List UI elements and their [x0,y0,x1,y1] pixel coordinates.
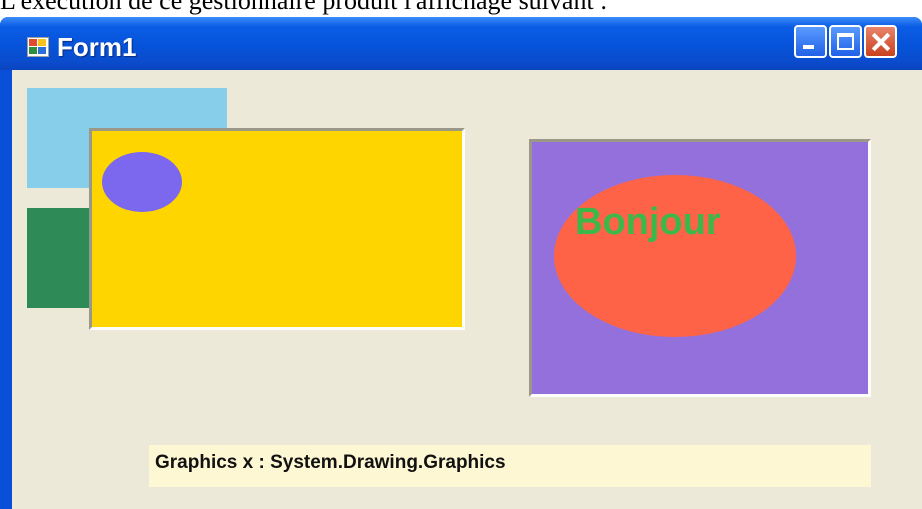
graphics-label: Graphics x : System.Drawing.Graphics [149,445,871,487]
minimize-icon [803,45,814,49]
window-title: Form1 [57,32,137,62]
document-text: L'exécution de ce gestionnaire produit l… [0,0,608,15]
close-button[interactable] [864,25,897,58]
app-icon[interactable] [27,37,49,57]
form-window: Form1 Bonjour Graphics x : System.Drawin… [0,17,922,509]
close-icon [866,27,895,56]
graphics-label-text: Graphics x : System.Drawing.Graphics [155,452,506,473]
form-client-area: Bonjour Graphics x : System.Drawing.Grap… [12,70,922,509]
purple-panel: Bonjour [529,139,871,397]
maximize-icon [837,33,854,50]
title-bar[interactable]: Form1 [0,17,922,70]
bonjour-text: Bonjour [575,201,721,243]
green-rectangle [27,208,90,308]
yellow-panel [89,128,465,330]
tomato-ellipse [554,175,796,337]
blue-ellipse [102,152,182,212]
maximize-button[interactable] [829,25,862,58]
minimize-button[interactable] [794,25,827,58]
